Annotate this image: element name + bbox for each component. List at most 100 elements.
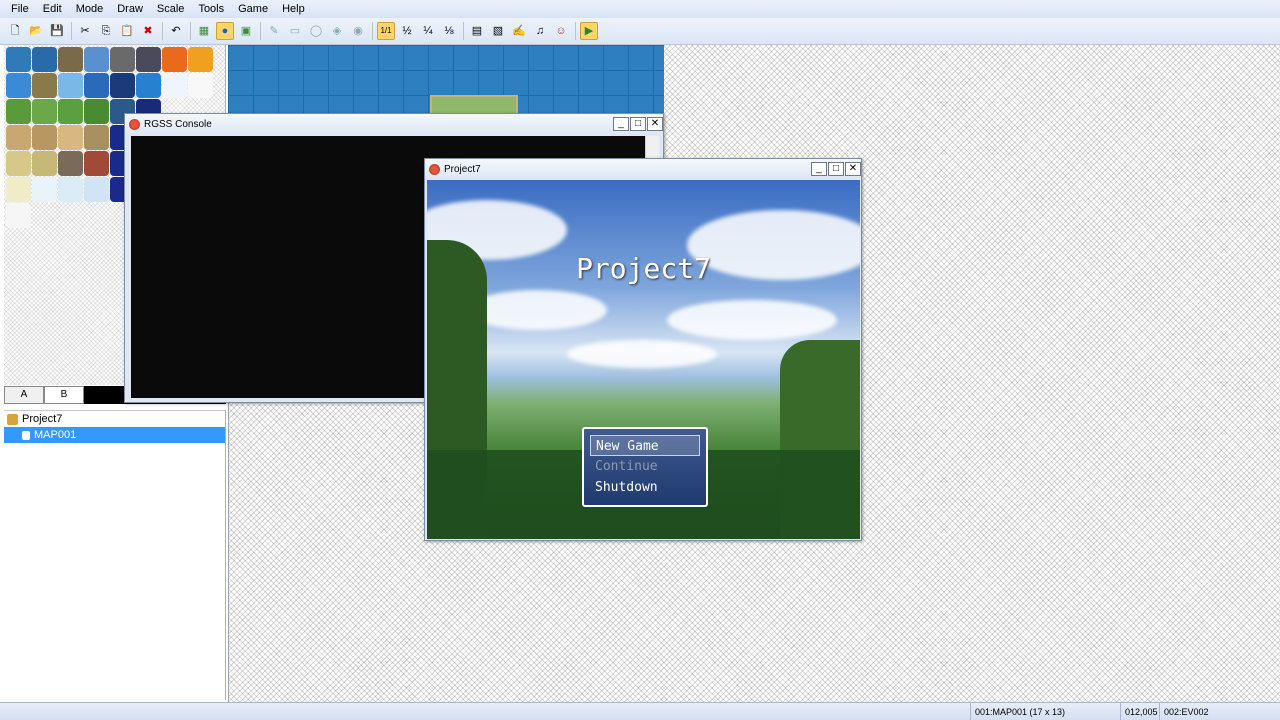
rectangle-icon[interactable]: ▭ xyxy=(286,22,304,40)
tile-swatch[interactable] xyxy=(32,47,57,72)
menu-file[interactable]: File xyxy=(4,0,36,18)
tile-swatch[interactable] xyxy=(6,125,31,150)
tree-map-node[interactable]: MAP001 xyxy=(4,427,225,443)
game-titlebar[interactable]: Project7 _ □ ✕ xyxy=(425,159,861,179)
shadow-pen-icon[interactable]: ◉ xyxy=(349,22,367,40)
tile-swatch[interactable] xyxy=(58,99,83,124)
tile-swatch[interactable] xyxy=(188,47,213,72)
game-window-title: Project7 xyxy=(444,163,481,175)
game-window: Project7 _ □ ✕ Project7 New Game Continu… xyxy=(424,158,862,541)
status-map-info: 001:MAP001 (17 x 13) xyxy=(970,703,1065,720)
tile-swatch[interactable] xyxy=(136,73,161,98)
toolbar-separator xyxy=(575,22,576,40)
new-project-icon[interactable]: 🗋 xyxy=(6,22,24,40)
save-project-icon[interactable]: 💾 xyxy=(48,22,66,40)
tile-swatch[interactable] xyxy=(84,99,109,124)
tab-a[interactable]: A xyxy=(4,386,44,404)
console-titlebar[interactable]: RGSS Console _ □ ✕ xyxy=(125,114,663,134)
menu-continue[interactable]: Continue xyxy=(590,456,700,477)
tile-swatch[interactable] xyxy=(162,47,187,72)
tile-swatch[interactable] xyxy=(6,177,31,202)
tile-swatch[interactable] xyxy=(84,73,109,98)
tile-swatch[interactable] xyxy=(6,203,31,228)
tile-swatch[interactable] xyxy=(58,73,83,98)
layer-event-icon[interactable]: ● xyxy=(216,22,234,40)
tab-b[interactable]: B xyxy=(44,386,84,404)
toolbar-separator xyxy=(260,22,261,40)
tile-swatch[interactable] xyxy=(58,151,83,176)
tile-swatch[interactable] xyxy=(84,47,109,72)
tile-swatch[interactable] xyxy=(6,151,31,176)
zoom-1-1-icon[interactable]: 1/1 xyxy=(377,22,395,40)
minimize-button[interactable]: _ xyxy=(811,162,827,176)
tile-swatch[interactable] xyxy=(162,73,187,98)
menu-game[interactable]: Game xyxy=(231,0,275,18)
fill-icon[interactable]: ◈ xyxy=(328,22,346,40)
tile-swatch[interactable] xyxy=(110,47,135,72)
tile-swatch[interactable] xyxy=(136,47,161,72)
toolbar-separator xyxy=(162,22,163,40)
menu-new-game[interactable]: New Game xyxy=(590,435,700,456)
tile-swatch[interactable] xyxy=(84,177,109,202)
toolbar-separator xyxy=(190,22,191,40)
game-screen[interactable]: Project7 New Game Continue Shutdown xyxy=(427,180,860,539)
playtest-icon[interactable]: ▶ xyxy=(580,22,598,40)
menu-scale[interactable]: Scale xyxy=(150,0,192,18)
zoom-1-8-icon[interactable]: ⅛ xyxy=(440,22,458,40)
resource-manager-icon[interactable]: ▧ xyxy=(489,22,507,40)
menu-tools[interactable]: Tools xyxy=(191,0,231,18)
zoom-1-4-icon[interactable]: ¼ xyxy=(419,22,437,40)
delete-icon[interactable]: ✖ xyxy=(139,22,157,40)
paste-icon[interactable]: 📋 xyxy=(118,22,136,40)
cloud xyxy=(467,290,607,330)
menu-help[interactable]: Help xyxy=(275,0,312,18)
tile-swatch[interactable] xyxy=(32,73,57,98)
toolbar-separator xyxy=(463,22,464,40)
tile-swatch[interactable] xyxy=(84,125,109,150)
toolbar-separator xyxy=(372,22,373,40)
tile-swatch[interactable] xyxy=(6,73,31,98)
tile-swatch[interactable] xyxy=(188,73,213,98)
menu-mode[interactable]: Mode xyxy=(69,0,111,18)
tile-swatch[interactable] xyxy=(32,177,57,202)
close-button[interactable]: ✕ xyxy=(647,117,663,131)
tile-swatch[interactable] xyxy=(84,151,109,176)
tile-swatch[interactable] xyxy=(32,151,57,176)
maximize-button[interactable]: □ xyxy=(630,117,646,131)
tile-swatch[interactable] xyxy=(110,73,135,98)
tile-swatch[interactable] xyxy=(32,125,57,150)
title-menu: New Game Continue Shutdown xyxy=(582,427,708,507)
tile-swatch[interactable] xyxy=(6,99,31,124)
character-generator-icon[interactable]: ☺ xyxy=(552,22,570,40)
layer-map-icon[interactable]: ▦ xyxy=(195,22,213,40)
map-tree: Project7 MAP001 xyxy=(4,410,226,700)
pencil-icon[interactable]: ✎ xyxy=(265,22,283,40)
toolbar: 🗋 📂 💾 ✂ ⎘ 📋 ✖ ↶ ▦ ● ▣ ✎ ▭ ◯ ◈ ◉ 1/1 ½ ¼ … xyxy=(0,18,1280,45)
tile-swatch[interactable] xyxy=(32,99,57,124)
project-icon xyxy=(7,413,18,425)
maximize-button[interactable]: □ xyxy=(828,162,844,176)
copy-icon[interactable]: ⎘ xyxy=(97,22,115,40)
open-project-icon[interactable]: 📂 xyxy=(27,22,45,40)
tile-swatch[interactable] xyxy=(6,47,31,72)
tile-swatch[interactable] xyxy=(58,125,83,150)
game-title: Project7 xyxy=(576,252,711,285)
zoom-1-2-icon[interactable]: ½ xyxy=(398,22,416,40)
cloud xyxy=(567,340,717,368)
menu-edit[interactable]: Edit xyxy=(36,0,69,18)
cut-icon[interactable]: ✂ xyxy=(76,22,94,40)
close-button[interactable]: ✕ xyxy=(845,162,861,176)
tree-project-node[interactable]: Project7 xyxy=(4,411,225,427)
script-editor-icon[interactable]: ✍ xyxy=(510,22,528,40)
menu-draw[interactable]: Draw xyxy=(110,0,150,18)
ellipse-icon[interactable]: ◯ xyxy=(307,22,325,40)
tile-swatch[interactable] xyxy=(58,47,83,72)
tile-swatch[interactable] xyxy=(58,177,83,202)
sound-test-icon[interactable]: ♫ xyxy=(531,22,549,40)
app-icon xyxy=(429,163,440,175)
menu-shutdown[interactable]: Shutdown xyxy=(590,477,700,498)
undo-icon[interactable]: ↶ xyxy=(167,22,185,40)
minimize-button[interactable]: _ xyxy=(613,117,629,131)
layer-region-icon[interactable]: ▣ xyxy=(237,22,255,40)
database-icon[interactable]: ▤ xyxy=(468,22,486,40)
